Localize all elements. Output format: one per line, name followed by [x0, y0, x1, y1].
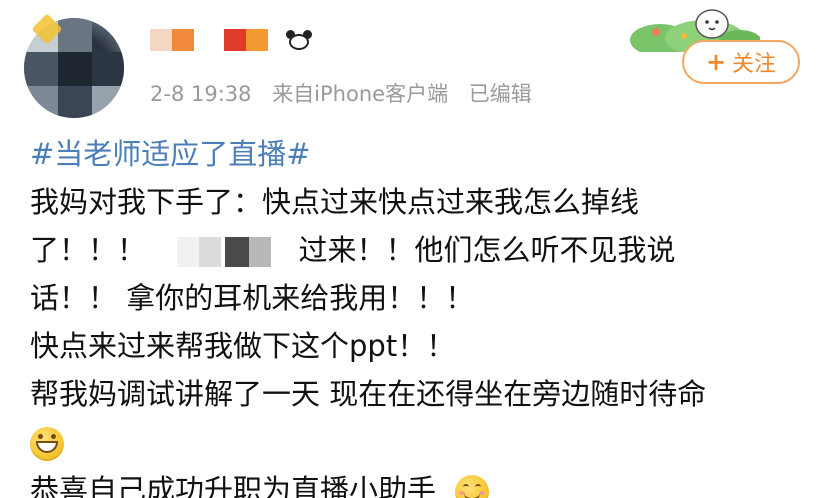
post-time: 2-8 19:38: [150, 82, 252, 106]
post-meta: 2-8 19:38 来自iPhone客户端 已编辑: [150, 78, 546, 108]
grin-emoji: [30, 427, 64, 461]
smile-emoji: [455, 475, 490, 498]
edited-label[interactable]: 已编辑: [469, 82, 532, 106]
username-redacted[interactable]: [150, 22, 312, 58]
hashtag-link[interactable]: #当老师适应了直播#: [30, 137, 311, 171]
post-content: #当老师适应了直播# 我妈对我下手了：快点过来快点过来我怎么掉线 了！！！ 过来…: [30, 130, 820, 498]
content-text: 过来！！他们怎么听不见我说: [298, 233, 676, 267]
weibo-post: 2-8 19:38 来自iPhone客户端 已编辑 + 关注 #当老师适应了直播…: [0, 0, 828, 498]
redacted-name: [177, 237, 273, 267]
content-line: 我妈对我下手了：快点过来快点过来我怎么掉线: [30, 185, 640, 219]
content-line: [30, 418, 820, 466]
panda-icon: [286, 30, 312, 50]
content-line: 了！！！ 过来！！他们怎么听不见我说: [30, 226, 820, 274]
follow-button[interactable]: + 关注: [682, 40, 800, 84]
content-line: 恭喜自己成功升职为直播小助手: [30, 466, 820, 498]
content-text: 恭喜自己成功升职为直播小助手: [30, 473, 437, 498]
post-source[interactable]: 来自iPhone客户端: [272, 82, 448, 106]
content-line: 帮我妈调试讲解了一天 现在在还得坐在旁边随时待命: [30, 377, 707, 411]
plus-icon: +: [705, 48, 727, 76]
follow-label: 关注: [732, 52, 777, 77]
content-text: 了！！！: [30, 233, 147, 267]
content-line: 话！！ 拿你的耳机来给我用！！！: [30, 281, 475, 315]
content-line: 快点来过来帮我做下这个ppt！！: [30, 329, 456, 363]
